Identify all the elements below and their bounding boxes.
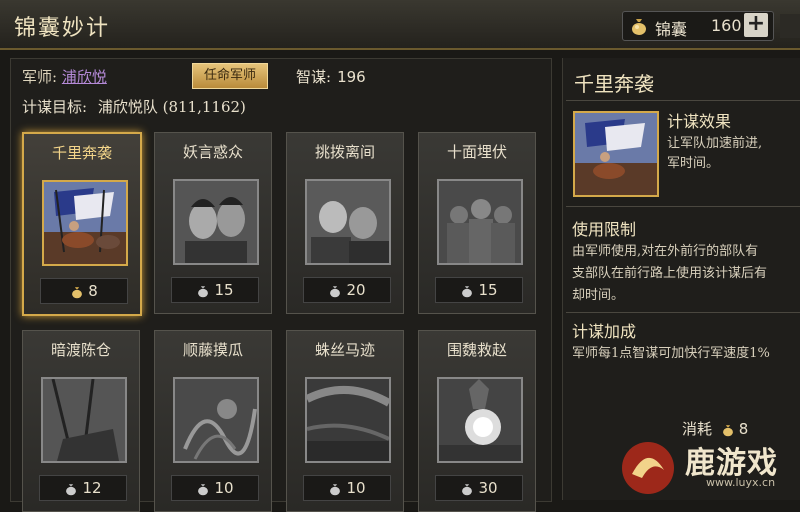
effect-text-line-1: 让军队加速前进, <box>667 136 763 151</box>
divider <box>566 100 800 101</box>
strategy-cost: 10 <box>171 475 259 501</box>
strategy-card-weiwei[interactable]: 围魏救赵 30 <box>418 330 536 512</box>
money-bag-icon <box>462 285 473 297</box>
advisor-label: 军师: <box>22 68 58 86</box>
limit-heading: 使用限制 <box>572 220 637 239</box>
strategy-image-masked <box>173 179 259 265</box>
currency-value: 160 <box>711 16 742 35</box>
strategy-image-crossing <box>41 377 127 463</box>
detail-title: 千里奔袭 <box>574 72 654 96</box>
money-bag-icon <box>198 483 209 495</box>
strategy-card-tiaobo[interactable]: 挑拨离间 20 <box>286 132 404 314</box>
strategy-image-explosion <box>437 377 523 463</box>
divider <box>566 312 800 313</box>
money-bag-icon <box>462 483 473 495</box>
money-bag-icon <box>330 483 341 495</box>
currency-name: 锦囊 <box>655 20 688 39</box>
effect-text-line-2: 军时间。 <box>667 156 720 171</box>
strategy-name: 千里奔袭 <box>51 144 112 162</box>
limit-text-line-3: 却时间。 <box>572 288 625 303</box>
money-bag-icon <box>198 285 209 297</box>
bonus-heading: 计谋加成 <box>572 322 637 341</box>
strategy-cost: 10 <box>303 475 391 501</box>
strategy-card-yaoyan[interactable]: 妖言惑众 15 <box>154 132 272 314</box>
strategy-card-qianli[interactable]: 千里奔袭 8 <box>22 132 142 316</box>
strategy-name: 围魏救赵 <box>446 341 507 359</box>
strategy-card-shimian[interactable]: 十面埋伏 15 <box>418 132 536 314</box>
bonus-text: 军师每1点智谋可加快行军速度1% <box>572 346 770 361</box>
strategy-image-ambush <box>437 179 523 265</box>
strategy-cost: 15 <box>171 277 259 303</box>
target-label: 计谋目标: <box>22 98 88 116</box>
strategy-card-zhusi[interactable]: 蛛丝马迹 10 <box>286 330 404 512</box>
strategy-cost-value: 10 <box>346 479 366 497</box>
strategy-cost-value: 20 <box>346 281 366 299</box>
strategy-image-tracks <box>305 377 391 463</box>
strategy-cost-value: 15 <box>478 281 498 299</box>
strategy-cost: 30 <box>435 475 523 501</box>
strategy-cost-value: 12 <box>82 479 102 497</box>
strategy-image-cavalry <box>42 180 128 266</box>
strategy-cost-value: 10 <box>214 479 234 497</box>
strategy-cost: 8 <box>40 278 128 304</box>
target-value: 浦欣悦队 (811,1162) <box>97 98 246 116</box>
strategy-image-whisper <box>305 179 391 265</box>
strategy-cost-value: 8 <box>88 282 98 300</box>
close-button[interactable] <box>780 14 800 38</box>
strategy-cost: 20 <box>303 277 391 303</box>
strategy-name: 暗渡陈仓 <box>50 341 111 359</box>
money-bag-icon <box>66 483 77 495</box>
money-bag-icon <box>330 285 341 297</box>
detail-image <box>573 111 659 197</box>
strategy-cost: 12 <box>39 475 127 501</box>
divider <box>566 206 800 207</box>
window-title: 锦囊妙计 <box>14 16 111 41</box>
strategy-cost-value: 30 <box>478 479 498 497</box>
strategy-name: 挑拨离间 <box>314 143 375 161</box>
strategy-name: 妖言惑众 <box>182 143 243 161</box>
wisdom-stat: 智谋: 196 <box>296 66 366 87</box>
wisdom-value: 196 <box>337 68 366 86</box>
money-bag-icon <box>632 19 646 35</box>
advisor-row: 军师: 浦欣悦 <box>22 66 107 87</box>
target-row: 计谋目标: 浦欣悦队 (811,1162) <box>22 96 246 117</box>
strategy-card-shunteng[interactable]: 顺藤摸瓜 10 <box>154 330 272 512</box>
money-bag-icon <box>72 286 83 298</box>
wisdom-label: 智谋: <box>296 68 332 86</box>
strategy-cost: 15 <box>435 277 523 303</box>
advisor-name-link[interactable]: 浦欣悦 <box>62 68 107 86</box>
strategy-name: 十面埋伏 <box>446 143 507 161</box>
watermark-url: www.luyx.cn <box>706 476 776 489</box>
limit-text-line-1: 由军师使用,对在外前行的部队有 <box>572 244 759 259</box>
limit-text-line-2: 支部队在前行路上使用该计谋后有 <box>572 266 768 281</box>
appoint-advisor-button[interactable]: 任命军师 <box>192 63 268 89</box>
strategy-cost-value: 15 <box>214 281 234 299</box>
strategy-image-vines <box>173 377 259 463</box>
strategy-name: 蛛丝马迹 <box>314 341 375 359</box>
strategy-card-andu[interactable]: 暗渡陈仓 12 <box>22 330 140 512</box>
strategy-name: 顺藤摸瓜 <box>182 341 243 359</box>
effect-heading: 计谋效果 <box>667 112 732 131</box>
add-currency-button[interactable]: + <box>744 13 768 37</box>
